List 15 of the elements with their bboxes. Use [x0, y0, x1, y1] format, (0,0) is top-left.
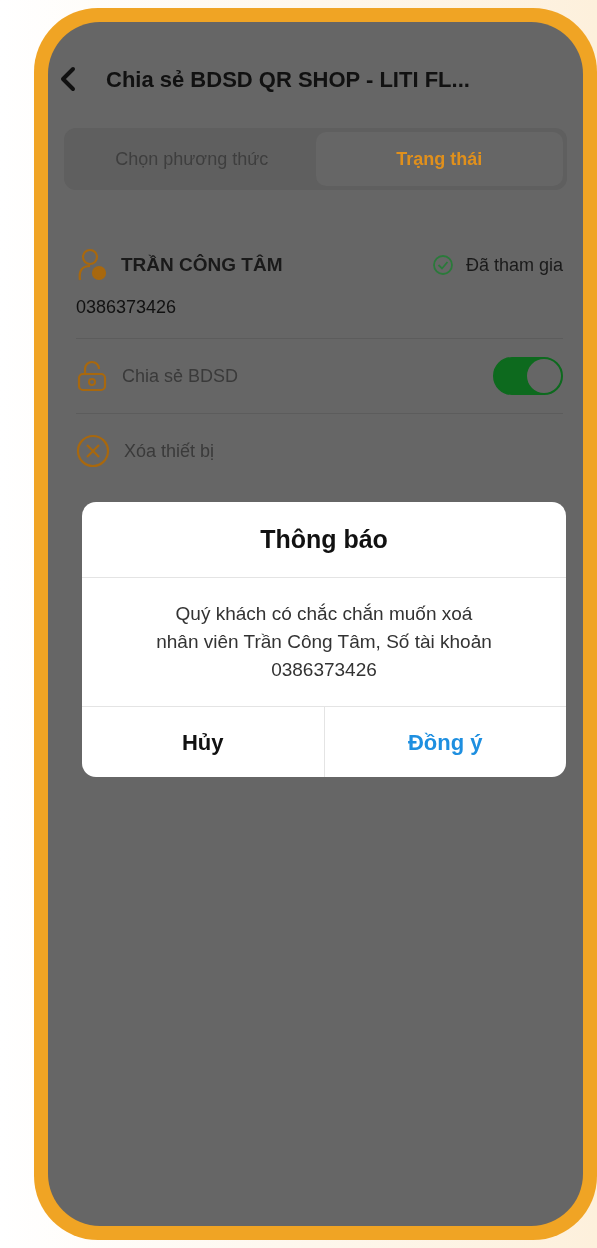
- dialog-title: Thông báo: [82, 502, 566, 578]
- screen-title: Chia sẻ BDSD QR SHOP - LITI FL...: [106, 65, 470, 94]
- confirm-button[interactable]: Đồng ý: [324, 707, 566, 777]
- member-name: TRẦN CÔNG TÂM: [121, 252, 283, 277]
- toggle-switch[interactable]: [493, 357, 563, 395]
- check-circle-icon: [431, 254, 454, 276]
- unlock-icon: [76, 360, 108, 392]
- status-text: Đã tham gia: [465, 253, 563, 277]
- close-circle-icon: [76, 434, 110, 468]
- phone-number: 0386373426: [76, 296, 178, 319]
- dialog-message: Quý khách có chắc chắn muốn xoá nhân viên Trần Công Tâm, Số tài khoản 0386373426: [82, 578, 566, 707]
- back-icon[interactable]: [60, 66, 76, 92]
- person-icon: [76, 248, 108, 282]
- cancel-button[interactable]: Hủy: [82, 707, 325, 777]
- tab[interactable]: Trạng thái: [315, 132, 563, 186]
